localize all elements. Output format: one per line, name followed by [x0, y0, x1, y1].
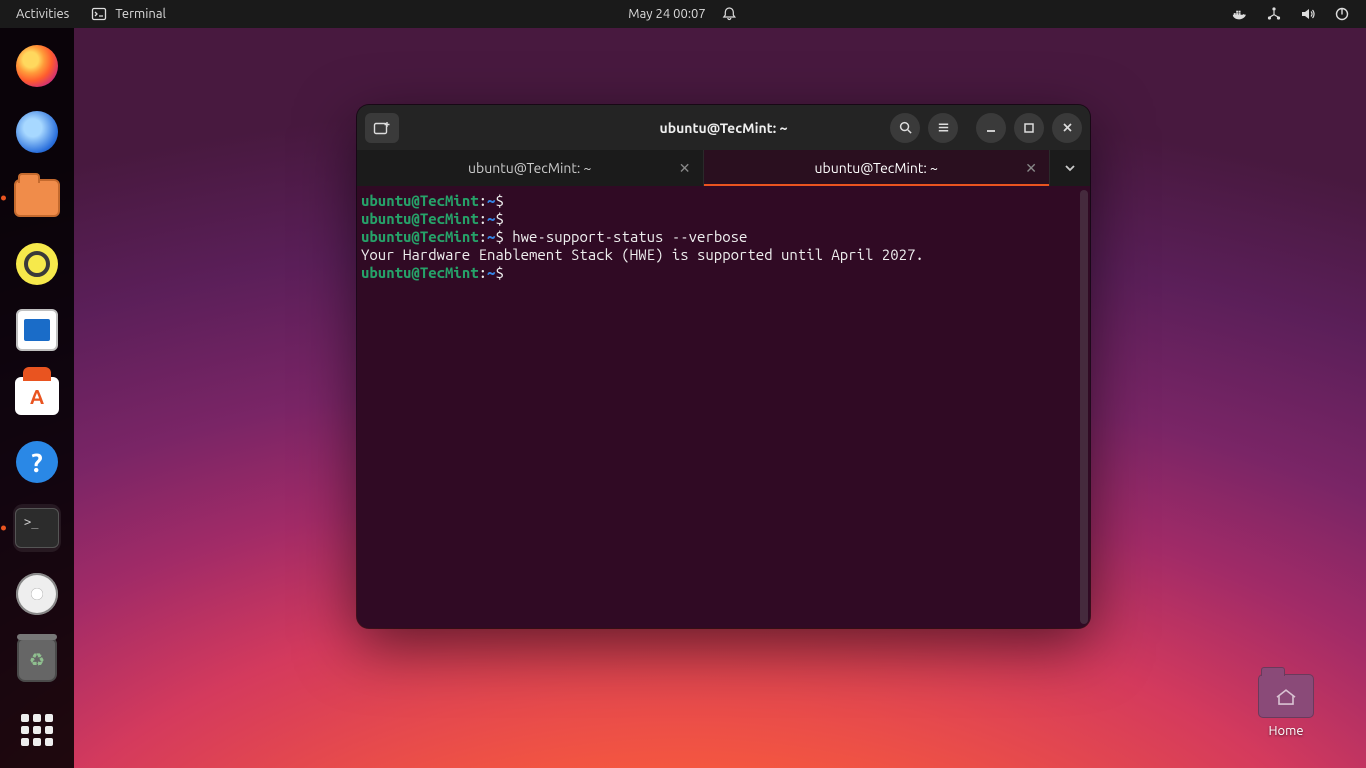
dock-app-writer[interactable]: [13, 306, 61, 354]
desktop-home-folder[interactable]: Home: [1246, 674, 1326, 738]
tab-close-icon[interactable]: ✕: [1025, 160, 1037, 177]
terminal-tab-label: ubuntu@TecMint: ~: [815, 160, 938, 176]
software-icon: [15, 377, 59, 415]
terminal-app-icon: >_: [15, 508, 59, 548]
activities-button[interactable]: Activities: [16, 7, 69, 21]
power-icon[interactable]: [1334, 6, 1350, 22]
files-icon: [14, 179, 60, 217]
dock-app-firefox[interactable]: [13, 42, 61, 90]
terminal-content[interactable]: ubuntu@TecMint:~$ ubuntu@TecMint:~$ ubun…: [357, 186, 1090, 628]
app-menu-label: Terminal: [115, 7, 166, 21]
maximize-button[interactable]: [1014, 113, 1044, 143]
notification-bell-icon[interactable]: [722, 6, 738, 22]
network-icon[interactable]: [1266, 6, 1282, 22]
terminal-line: ubuntu@TecMint:~$ hwe-support-status --v…: [361, 228, 1080, 246]
top-bar: Activities Terminal May 24 00:07: [0, 0, 1366, 28]
terminal-tab-2[interactable]: ubuntu@TecMint: ~ ✕: [704, 150, 1051, 186]
dock-app-help[interactable]: ?: [13, 438, 61, 486]
terminal-tab-label: ubuntu@TecMint: ~: [468, 160, 591, 176]
trash-icon: [17, 638, 57, 682]
titlebar[interactable]: ubuntu@TecMint: ~: [357, 105, 1090, 150]
terminal-line: ubuntu@TecMint:~$: [361, 264, 1080, 282]
terminal-line: Your Hardware Enablement Stack (HWE) is …: [361, 246, 1080, 264]
volume-icon[interactable]: [1300, 6, 1316, 22]
desktop-home-label: Home: [1268, 724, 1303, 738]
help-icon: ?: [16, 441, 58, 483]
firefox-icon: [16, 45, 58, 87]
terminal-tab-1[interactable]: ubuntu@TecMint: ~ ✕: [357, 150, 704, 186]
dock-app-thunderbird[interactable]: [13, 108, 61, 156]
hamburger-menu-button[interactable]: [928, 113, 958, 143]
disc-icon: [16, 573, 58, 615]
dock-app-rhythmbox[interactable]: [13, 240, 61, 288]
close-button[interactable]: [1052, 113, 1082, 143]
dock-app-terminal[interactable]: >_: [13, 504, 61, 552]
tab-overflow-button[interactable]: [1050, 150, 1090, 186]
thunderbird-icon: [16, 111, 58, 153]
search-button[interactable]: [890, 113, 920, 143]
minimize-button[interactable]: [976, 113, 1006, 143]
terminal-icon: [91, 6, 107, 22]
tab-close-icon[interactable]: ✕: [679, 160, 691, 177]
dock-app-files[interactable]: [13, 174, 61, 222]
dock: ? >_: [0, 28, 74, 768]
terminal-scrollbar[interactable]: [1080, 190, 1088, 624]
rhythmbox-icon: [16, 243, 58, 285]
terminal-window: ubuntu@TecMint: ~ ubuntu@TecMint: ~: [357, 105, 1090, 628]
new-tab-button[interactable]: [365, 113, 399, 143]
terminal-line: ubuntu@TecMint:~$: [361, 192, 1080, 210]
terminal-tab-bar: ubuntu@TecMint: ~ ✕ ubuntu@TecMint: ~ ✕: [357, 150, 1090, 186]
writer-icon: [16, 309, 58, 351]
show-applications-button[interactable]: [13, 706, 61, 754]
dock-app-software[interactable]: [13, 372, 61, 420]
clock[interactable]: May 24 00:07: [628, 7, 705, 21]
folder-icon: [1258, 674, 1314, 718]
terminal-line: ubuntu@TecMint:~$: [361, 210, 1080, 228]
dock-app-trash[interactable]: [13, 636, 61, 684]
docker-tray-icon[interactable]: [1232, 6, 1248, 22]
dock-app-disc[interactable]: [13, 570, 61, 618]
app-menu[interactable]: Terminal: [91, 6, 166, 22]
